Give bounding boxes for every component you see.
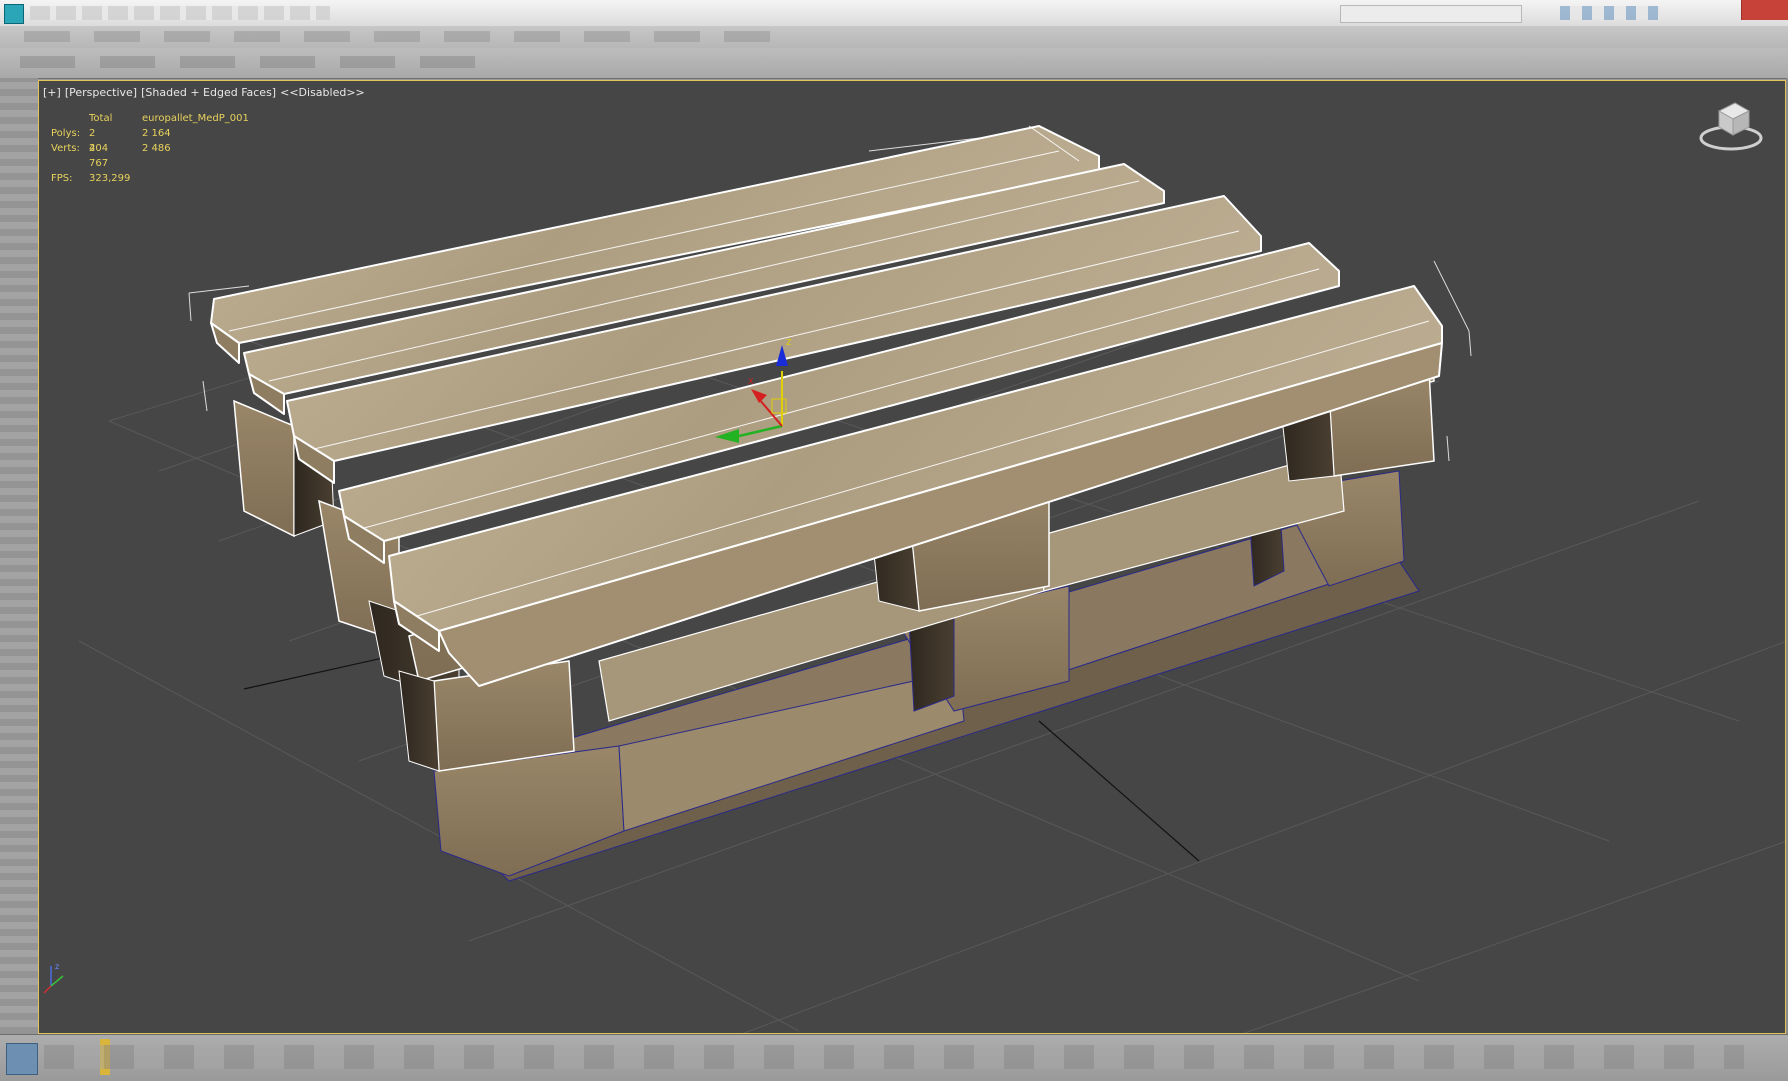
grid-axis-y (1038, 720, 1200, 862)
menu-items[interactable] (24, 31, 784, 42)
stats-fps-value: 323,299 (89, 173, 131, 184)
stats-total-header: Total (89, 113, 113, 124)
search-field[interactable] (1340, 5, 1522, 23)
stats-fps-label: FPS: (51, 173, 73, 184)
stats-object-header: europallet_MedP_001 (142, 113, 249, 124)
viewport-plus-menu[interactable]: [+] (43, 86, 61, 99)
perspective-viewport[interactable]: X Z z [+] [Perspective] [Shaded + Edged Fa… (38, 80, 1786, 1034)
stats-polys-object: 2 164 (142, 128, 171, 139)
gizmo-z-label: Z (786, 338, 792, 347)
menu-bar[interactable] (0, 26, 1788, 49)
left-toolbar-strip[interactable] (0, 78, 38, 1034)
status-controls[interactable] (44, 1045, 1744, 1069)
app-icon[interactable] (4, 4, 24, 24)
stats-verts-label: Verts: (51, 143, 80, 154)
quick-access-toolbar[interactable] (30, 6, 330, 20)
viewport-disabled-label[interactable]: <<Disabled>> (280, 86, 365, 99)
status-bar[interactable] (0, 1034, 1788, 1081)
stats-polys-label: Polys: (51, 128, 81, 139)
title-bar-icons[interactable] (1560, 6, 1660, 20)
title-bar (0, 0, 1788, 27)
viewport-label-menu[interactable]: [+] [Perspective] [Shaded + Edged Faces] <<… (43, 86, 369, 99)
viewcube-icon (1699, 102, 1763, 151)
main-toolbar[interactable] (0, 48, 1788, 79)
stats-verts-total: 2 767 (89, 143, 109, 169)
close-icon[interactable] (1741, 0, 1788, 20)
gizmo-x-label: X (748, 377, 754, 386)
viewport-view-menu[interactable]: [Perspective] (65, 86, 137, 99)
viewport-shading-menu[interactable]: [Shaded + Edged Faces] (141, 86, 276, 99)
stats-verts-object: 2 486 (142, 143, 171, 154)
axis-tripod-icon: z (43, 962, 64, 994)
stats-fps-row: FPS: 323,299 (51, 171, 171, 186)
tripod-z-label: z (55, 962, 59, 971)
toolbar-buttons[interactable] (20, 56, 490, 68)
maxscript-listener-icon[interactable] (6, 1043, 38, 1075)
